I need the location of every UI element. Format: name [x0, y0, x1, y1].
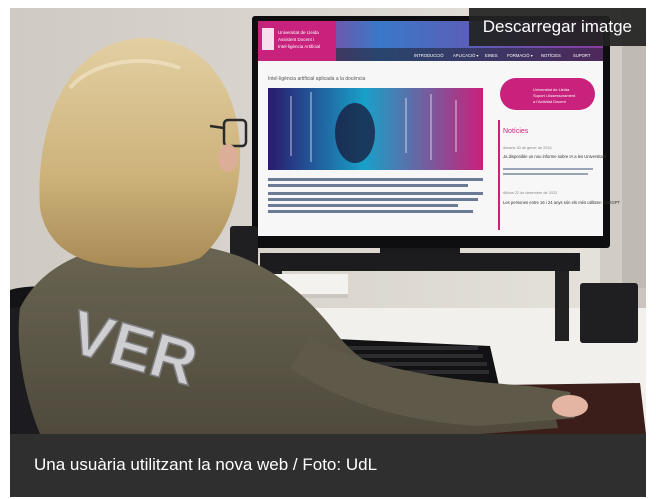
screen-nav-item: EINES	[485, 53, 498, 58]
screen-news-headline: Les persones entre 16 i 24 anys són els …	[503, 200, 621, 205]
screen-hero-image	[268, 88, 483, 170]
screen-logo-line-1: Universitat de Lleida	[278, 30, 319, 35]
screen-nav-item: FORMACIÓ ▾	[507, 53, 533, 58]
screen-logo-line-2: Assistent Docent i	[278, 37, 314, 42]
photo-illustration: Universitat de Lleida Assistent Docent i…	[10, 8, 646, 434]
hand	[552, 395, 588, 417]
screen-nav-item: APLICACIÓ ▾	[453, 53, 479, 58]
screen-page-heading: Intel·ligència artificial aplicada a la …	[268, 76, 365, 82]
screen-nav-item: NOTÍCIES	[541, 53, 561, 58]
screen-nav-item: SUPORT	[573, 53, 591, 58]
download-image-button[interactable]: Descarregar imatge	[468, 8, 646, 46]
screen-logo-line-3: Intel·ligència Artificial	[278, 44, 320, 49]
screen-side-logo-line-3: a l'Activitat Docent	[533, 99, 567, 104]
screen-news-date: dimarts 30 de gener de 2024	[503, 146, 552, 150]
caption-bar: Una usuària utilitzant la nova web / Fot…	[10, 434, 646, 497]
screen-nav-item: INTRODUCCIÓ	[414, 53, 444, 58]
screen-news-headline: Ja disponible un nou informe sobre IA a …	[503, 154, 606, 159]
screen-side-logo-line-1: Universitat de Lleida	[533, 87, 570, 92]
screen-side-logo-line-2: Suport i Assessorament	[533, 93, 576, 98]
photo-caption: Una usuària utilitzant la nova web / Fot…	[34, 455, 378, 474]
photo-figure: Universitat de Lleida Assistent Docent i…	[0, 0, 656, 499]
photo: Universitat de Lleida Assistent Docent i…	[10, 8, 646, 434]
screen-news-title: Notícies	[503, 128, 529, 135]
screen-news-date: dilluns 22 de desembre de 2023	[503, 191, 557, 195]
